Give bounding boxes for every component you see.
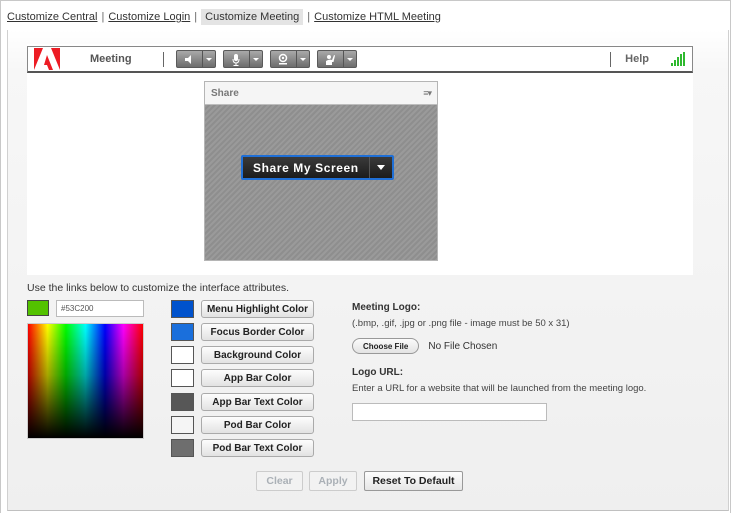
nav-separator: | [307,11,311,23]
nav-separator: | [194,11,198,23]
nav-link-customize-meeting[interactable]: Customize Meeting [201,9,304,25]
nav-link-customize-html-meeting[interactable]: Customize HTML Meeting [314,11,441,23]
microphone-icon [232,53,240,66]
adobe-logo-icon[interactable] [34,48,60,70]
share-my-screen-button[interactable]: Share My Screen [241,155,394,180]
share-pod-title: Share [211,87,239,99]
microphone-dropdown[interactable] [250,51,262,67]
current-color-swatch [27,300,49,316]
share-pod-body: Share My Screen [205,105,437,260]
share-pod: Share ≡▾ Share My Screen [204,81,438,261]
instructions-text: Use the links below to customize the int… [27,282,290,294]
connection-signal-icon [671,52,686,66]
file-picker: Choose File No File Chosen [352,338,646,354]
color-attribute-row: Focus Border Color [171,323,314,341]
share-my-screen-label: Share My Screen [243,157,370,178]
raise-hand-button[interactable] [316,50,357,68]
raise-hand-icon [326,55,336,65]
meeting-logo-hint: (.bmp, .gif, .jpg or .png file - image m… [352,318,570,329]
color-attribute-row: App Bar Text Color [171,393,314,411]
app-bar-right: Help [610,51,692,67]
nav-link-customize-login[interactable]: Customize Login [108,11,190,23]
choose-file-button[interactable]: Choose File [352,338,420,354]
nav-separator: | [101,11,105,23]
color-attribute-row: Background Color [171,346,314,364]
meeting-logo-label: Meeting Logo: [352,302,421,313]
share-options-dropdown[interactable] [370,157,392,178]
color-attribute-row: Pod Bar Color [171,416,314,434]
chevron-down-icon [376,165,385,170]
app-bar-text-color-button[interactable]: App Bar Text Color [201,393,314,411]
app-bar-text-color-swatch [171,393,194,411]
clear-button[interactable]: Clear [256,471,303,491]
logo-url-input[interactable] [352,403,547,421]
customize-nav: Customize Central | Customize Login | Cu… [7,8,441,26]
pod-bar-color-swatch [171,416,194,434]
color-attribute-row: Pod Bar Text Color [171,439,314,457]
divider [162,51,164,67]
pod-menu-icon[interactable]: ≡▾ [423,88,432,99]
chevron-down-icon [346,57,353,61]
pod-bar-text-color-swatch [171,439,194,457]
webcam-button[interactable] [269,50,310,68]
share-pod-header: Share ≡▾ [205,82,437,105]
focus-border-color-button[interactable]: Focus Border Color [201,323,314,341]
logo-url-hint: Enter a URL for a website that will be l… [352,383,647,394]
chevron-down-icon [252,57,259,61]
app-bar-color-swatch [171,369,194,387]
microphone-button[interactable] [222,50,263,68]
webcam-dropdown[interactable] [297,51,309,67]
customize-meeting-panel: Meeting Help Share ≡▾ Share My Screen Us… [7,30,729,511]
background-color-swatch [171,346,194,364]
speaker-dropdown[interactable] [203,51,215,67]
speaker-button[interactable] [175,50,216,68]
chevron-down-icon [205,57,212,61]
apply-button[interactable]: Apply [309,471,357,491]
hex-color-input[interactable] [56,300,144,317]
app-title: Meeting [90,53,132,65]
divider [610,51,612,67]
webcam-icon [278,53,288,65]
pod-bar-text-color-button[interactable]: Pod Bar Text Color [201,439,314,457]
color-attribute-row: Menu Highlight Color [171,300,314,318]
pod-bar-color-button[interactable]: Pod Bar Color [201,416,314,434]
meeting-preview: Meeting Help Share ≡▾ Share My Screen [27,44,693,275]
toolbar [175,50,364,68]
color-attribute-row: App Bar Color [171,369,314,387]
speaker-icon [185,54,192,64]
meeting-logo-section: Meeting Logo: (.bmp, .gif, .jpg or .png … [352,302,646,421]
menu-highlight-color-swatch [171,300,194,318]
file-status: No File Chosen [428,340,498,352]
app-bar: Meeting Help [27,46,693,73]
help-menu[interactable]: Help [625,53,649,65]
raise-hand-dropdown[interactable] [344,51,356,67]
app-bar-color-button[interactable]: App Bar Color [201,369,314,387]
chevron-down-icon [299,57,306,61]
logo-url-label: Logo URL: [352,367,404,378]
nav-link-customize-central[interactable]: Customize Central [7,11,97,23]
color-spectrum-picker[interactable] [27,323,144,439]
background-color-button[interactable]: Background Color [201,346,314,364]
menu-highlight-color-button[interactable]: Menu Highlight Color [201,300,314,318]
focus-border-color-swatch [171,323,194,341]
reset-to-default-button[interactable]: Reset To Default [364,471,463,491]
